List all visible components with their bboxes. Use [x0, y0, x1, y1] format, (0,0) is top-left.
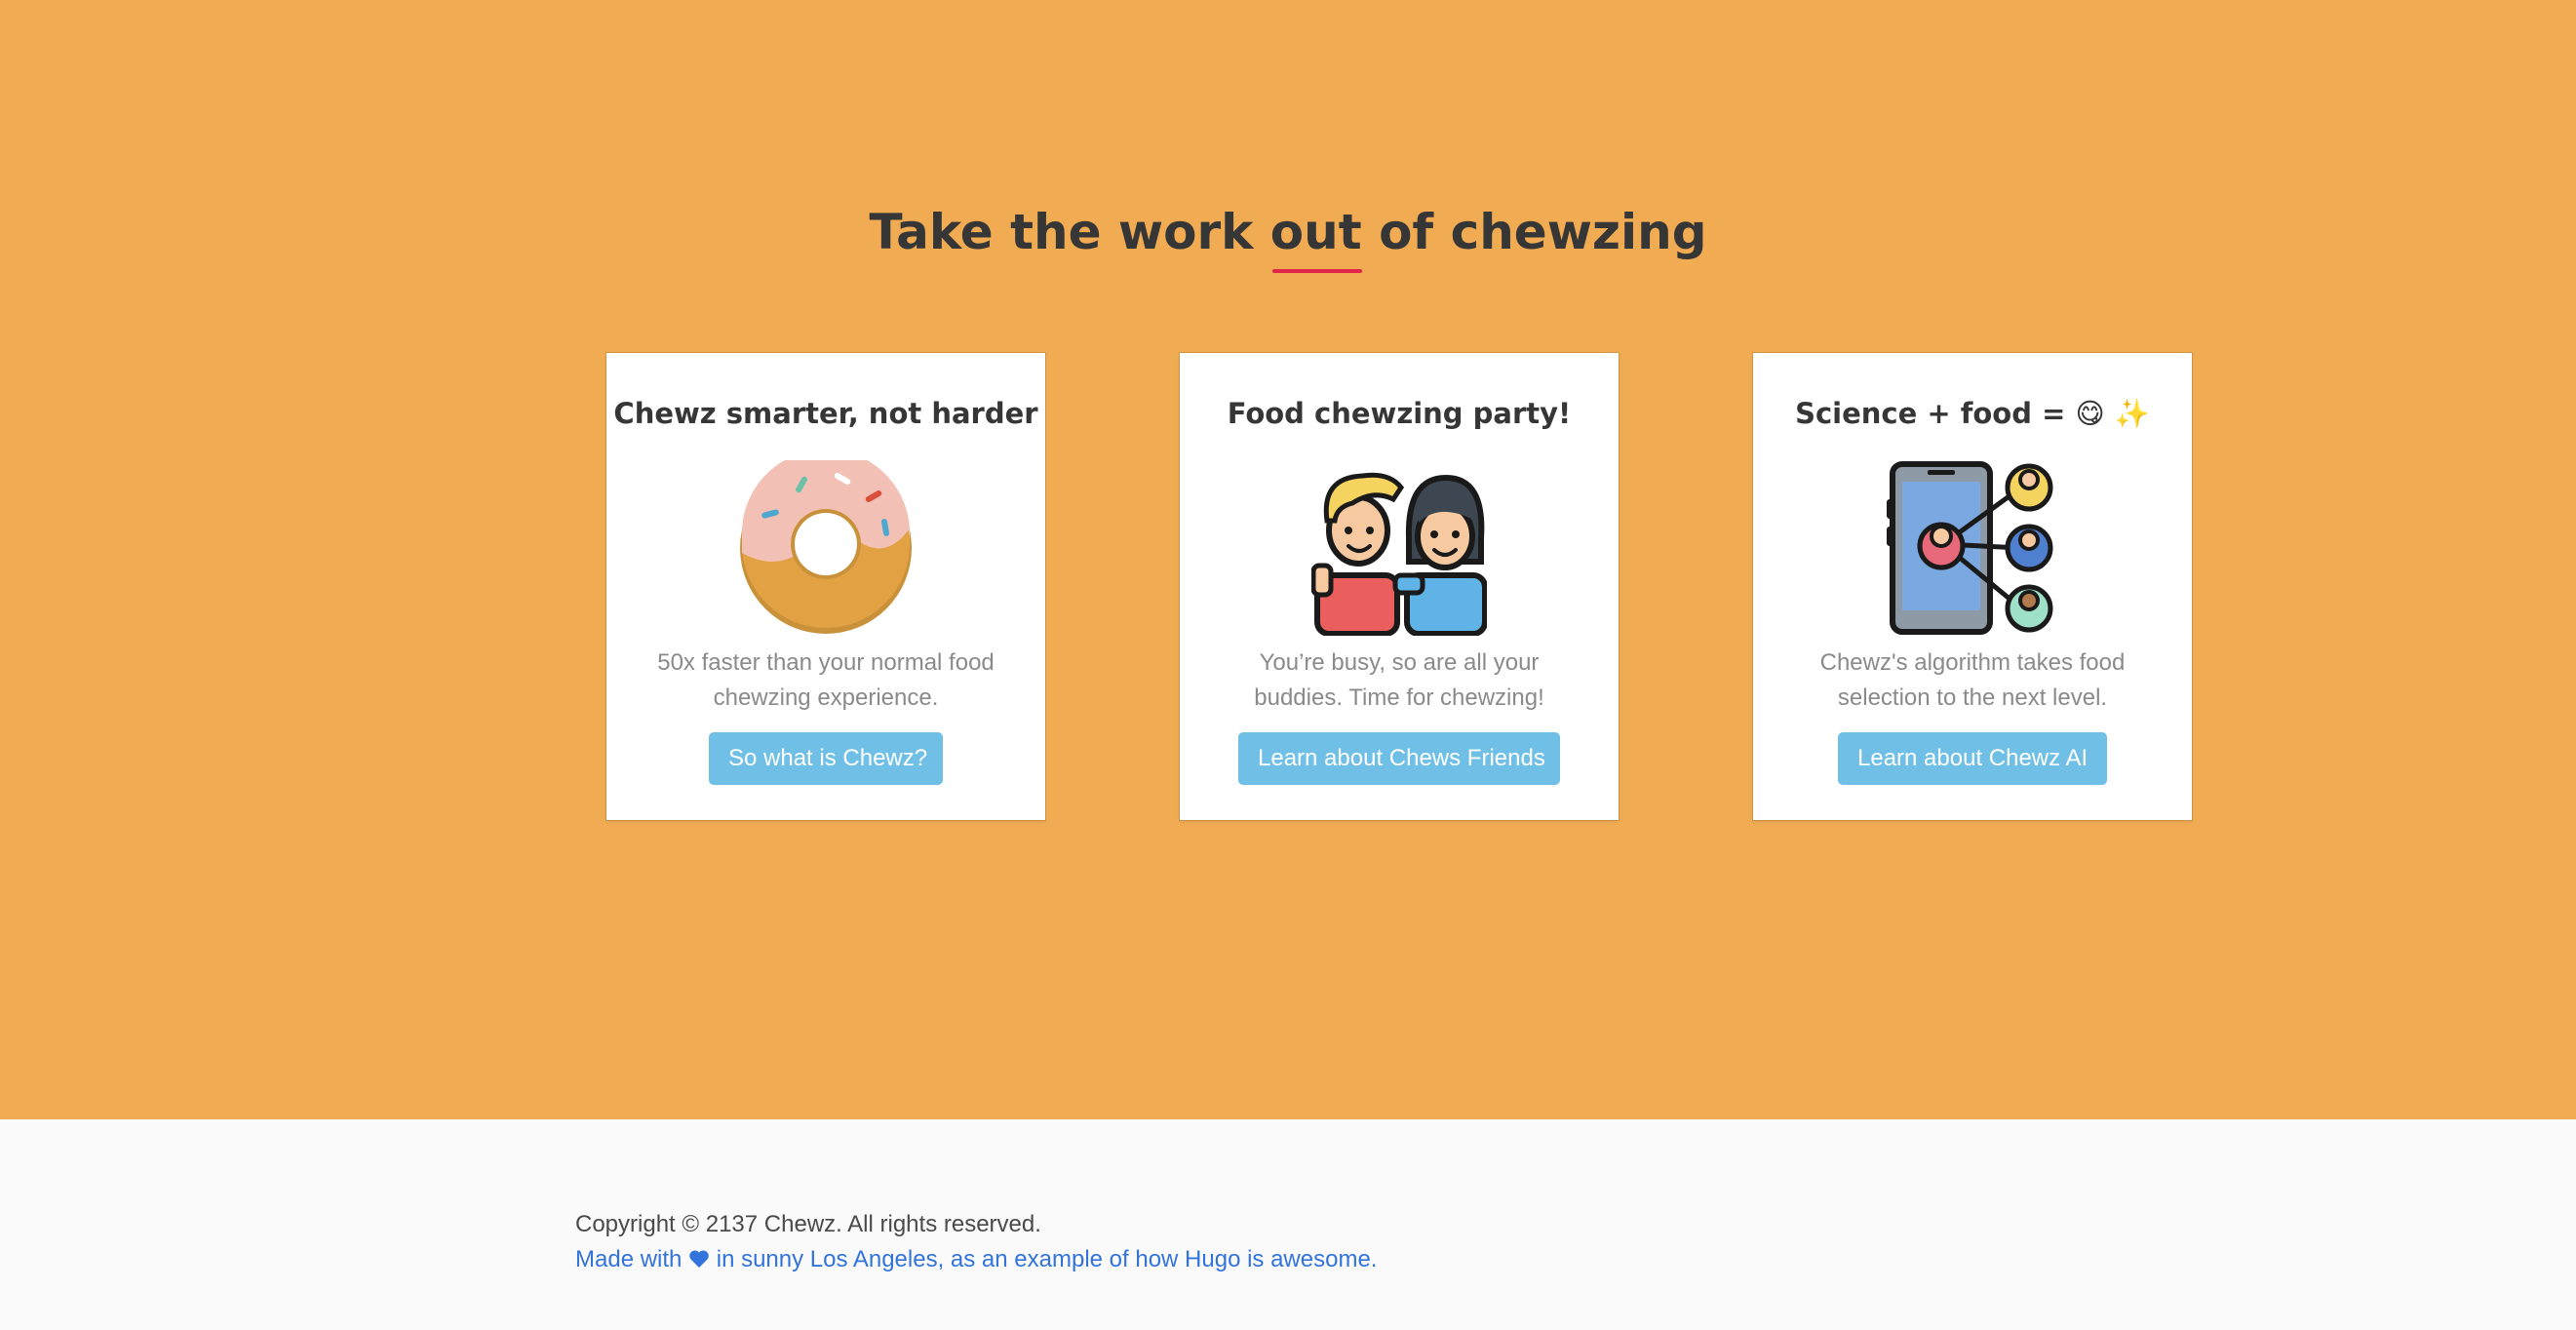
hero-title-highlight: out: [1269, 193, 1362, 273]
feature-card-chewz: Chewz smarter, not harder 50x faster tha…: [606, 353, 1045, 820]
credit-before: Made with: [575, 1246, 683, 1272]
what-is-chewz-button[interactable]: So what is Chewz?: [709, 732, 943, 785]
footer: Copyright © 2137 Chewz. All rights reser…: [0, 1119, 2576, 1330]
friends-icon: [1311, 460, 1487, 636]
card-title: Food chewzing party!: [1227, 397, 1572, 430]
network-phone-icon: [1885, 460, 2060, 636]
donut-icon: [738, 460, 914, 636]
learn-chewz-ai-button[interactable]: Learn about Chewz AI: [1838, 732, 2107, 785]
card-description: 50x faster than your normal food chewzin…: [657, 649, 995, 711]
card-description: Chewz's algorithm takes food selection t…: [1819, 649, 2126, 711]
hero-title-after: of chewzing: [1379, 204, 1707, 260]
hero-title: Take the work out of chewzing: [0, 193, 2576, 273]
heart-icon: [688, 1244, 710, 1268]
feature-card-ai: Science + food = 😋 ✨ Chewz's algorithm t…: [1753, 353, 2192, 820]
card-description: You’re busy, so are all your buddies. Ti…: [1254, 649, 1544, 711]
hero-title-highlight-text: out: [1269, 204, 1362, 260]
footer-copyright: Copyright © 2137 Chewz. All rights reser…: [575, 1211, 1041, 1237]
card-title: Science + food = 😋 ✨: [1795, 397, 2150, 430]
card-title: Chewz smarter, not harder: [613, 397, 1038, 430]
feature-card-friends: Food chewzing party! You’re busy, so are…: [1180, 353, 1619, 820]
hero-section: Take the work out of chewzing Chewz smar…: [0, 0, 2576, 1119]
title-underline: [1271, 269, 1362, 273]
credit-after: in sunny Los Angeles, as an example of h…: [716, 1246, 1378, 1272]
footer-credit-link[interactable]: Made with in sunny Los Angeles, as an ex…: [575, 1242, 1377, 1277]
learn-chews-friends-button[interactable]: Learn about Chews Friends: [1238, 732, 1560, 785]
hero-title-before: Take the work: [869, 204, 1254, 260]
